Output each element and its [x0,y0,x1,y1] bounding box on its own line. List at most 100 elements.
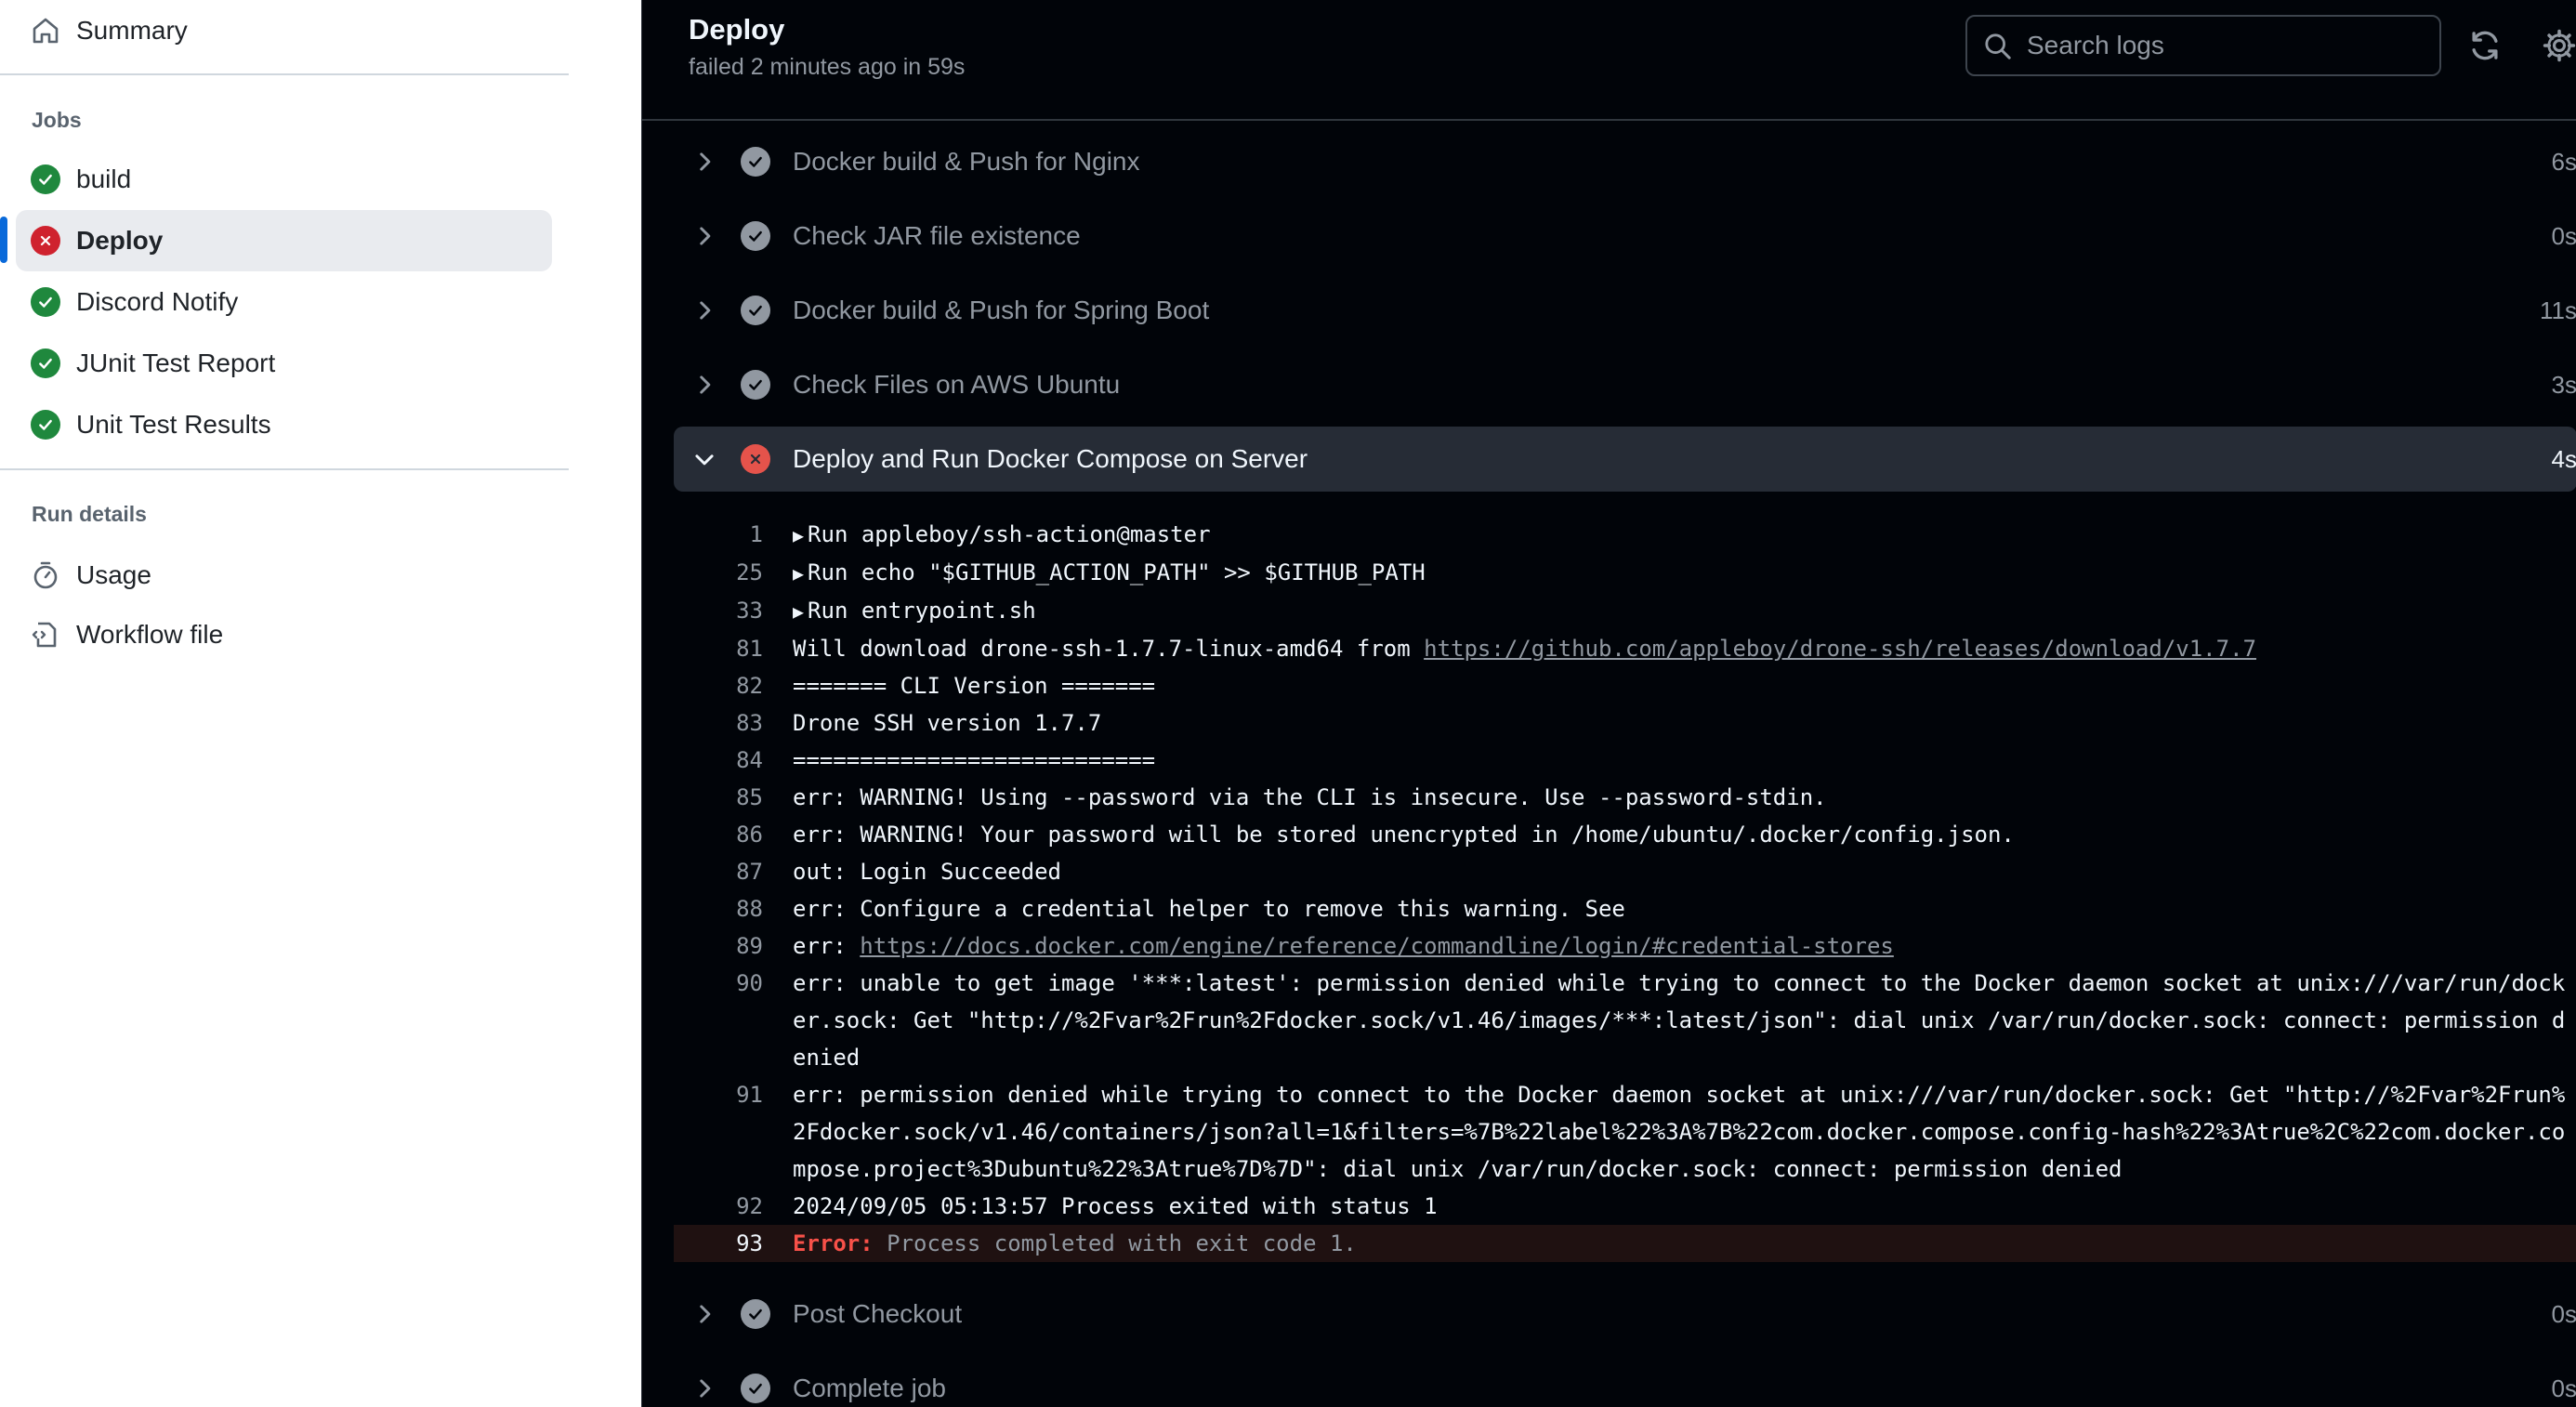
step-label: Check JAR file existence [793,221,1081,250]
caret-right-icon: ▶ [793,562,805,585]
chevron-down-icon [692,447,716,471]
step-duration: 11s [2540,296,2576,324]
line-number[interactable]: 83 [674,704,763,742]
jobs-heading: Jobs [32,108,82,132]
line-number[interactable]: 89 [674,927,763,965]
caret-right-icon: ▶ [793,600,805,623]
job-header: Deploy failed 2 minutes ago in 59s [642,0,2576,121]
line-number[interactable]: 90 [674,965,763,1002]
search-logs[interactable] [1965,15,2441,76]
line-number[interactable]: 33 [674,592,763,629]
log-text: Run appleboy/ssh-action@master [808,521,1211,547]
check-circle-icon [741,221,770,251]
log-link[interactable]: https://github.com/appleboy/drone-ssh/re… [1424,636,2256,662]
step-row[interactable]: Check Files on AWS Ubuntu 3s [674,352,2576,417]
check-circle-icon [31,410,60,440]
log-line: 84 =========================== [674,742,2576,779]
line-number[interactable]: 86 [674,816,763,853]
sidebar-item-deploy[interactable]: Deploy [16,210,552,271]
log-text: Run echo "$GITHUB_ACTION_PATH" >> $GITHU… [808,559,1426,585]
line-number[interactable]: 85 [674,779,763,816]
sidebar-item-label: Deploy [76,226,164,255]
step-row[interactable]: Complete job 0s [674,1356,2576,1407]
sidebar-item-junit-test-report[interactable]: JUnit Test Report [0,333,552,394]
step-label: Deploy and Run Docker Compose on Server [793,444,1308,473]
sidebar-item-label: Unit Test Results [76,410,271,439]
line-number[interactable]: 88 [674,890,763,927]
divider [0,73,569,75]
sync-icon [2472,31,2498,60]
file-code-icon [31,620,60,650]
settings-button[interactable] [2542,28,2576,63]
line-number[interactable]: 81 [674,630,763,667]
stopwatch-icon [31,560,60,590]
line-number[interactable]: 84 [674,742,763,779]
line-number[interactable]: 91 [674,1076,763,1113]
line-number[interactable]: 82 [674,667,763,704]
run-details-heading: Run details [32,502,147,526]
sidebar-item-workflow-file[interactable]: Workflow file [0,604,569,665]
log-text: err: WARNING! Using --password via the C… [793,784,1827,810]
log-text: ======= CLI Version ======= [793,673,1156,699]
step-label: Docker build & Push for Spring Boot [793,296,1210,324]
sidebar-item-discord-notify[interactable]: Discord Notify [0,271,552,333]
sidebar-item-unit-test-results[interactable]: Unit Test Results [0,394,552,455]
job-status-text: failed 2 minutes ago in 59s [689,54,966,80]
step-row-expanded[interactable]: Deploy and Run Docker Compose on Server … [674,427,2576,492]
chevron-right-icon [692,224,716,248]
line-number[interactable]: 87 [674,853,763,890]
step-duration: 0s [2551,1374,2576,1402]
step-duration: 3s [2551,371,2576,399]
log-line[interactable]: 25 ▶ Run echo "$GITHUB_ACTION_PATH" >> $GI… [674,554,2576,592]
sidebar-item-label: JUnit Test Report [76,348,276,377]
log-text: Will download drone-ssh-1.7.7-linux-amd6… [793,636,1425,662]
log-line[interactable]: 33 ▶ Run entrypoint.sh [674,592,2576,630]
step-row[interactable]: Docker build & Push for Spring Boot 11s [674,278,2576,343]
gear-icon [2543,29,2576,62]
search-input[interactable] [2027,17,2426,74]
sidebar-item-summary[interactable]: Summary [0,0,569,61]
search-icon [1984,33,2012,60]
log-line: 92 2024/09/05 05:13:57 Process exited wit… [674,1188,2576,1225]
divider [0,468,569,470]
check-circle-icon [741,1374,770,1403]
log-line: 85 err: WARNING! Using --password via the… [674,779,2576,816]
line-number[interactable]: 1 [674,516,763,553]
log-line[interactable]: 1 ▶ Run appleboy/ssh-action@master [674,516,2576,554]
chevron-right-icon [692,1302,716,1326]
sidebar: Summary Jobs build Deploy Discord Notify… [0,0,641,1407]
home-icon [31,16,60,46]
chevron-right-icon [692,373,716,397]
step-row[interactable]: Docker build & Push for Nginx 6s [674,129,2576,194]
log-text: err: WARNING! Your password will be stor… [793,822,2015,848]
chevron-right-icon [692,150,716,174]
step-duration: 0s [2551,1300,2576,1328]
log-link[interactable]: https://docs.docker.com/engine/reference… [860,933,1894,959]
log-line: 89 err: https://docs.docker.com/engine/re… [674,927,2576,965]
check-circle-icon [31,348,60,378]
step-row[interactable]: Post Checkout 0s [674,1282,2576,1347]
error-message: Process completed with exit code 1. [873,1230,1357,1256]
refresh-button[interactable] [2467,28,2503,63]
page-title: Deploy [689,13,785,46]
log-text: err: Configure a credential helper to re… [793,896,1625,922]
log-text: 2024/09/05 05:13:57 Process exited with … [793,1193,1438,1219]
sidebar-item-build[interactable]: build [0,149,552,210]
step-duration: 0s [2551,222,2576,250]
line-number[interactable]: 92 [674,1188,763,1225]
log-output: 1 ▶ Run appleboy/ssh-action@master 25 ▶ Run … [674,516,2576,1262]
log-text: err: permission denied while trying to c… [793,1082,2566,1182]
log-line: 83 Drone SSH version 1.7.7 [674,704,2576,742]
step-label: Docker build & Push for Nginx [793,147,1140,176]
log-line-error: 93 Error: Process completed with exit cod… [674,1225,2576,1262]
sidebar-item-label: Discord Notify [76,287,239,316]
job-log-panel: Deploy failed 2 minutes ago in 59s Docke… [641,0,2576,1407]
check-circle-icon [741,147,770,177]
step-row[interactable]: Check JAR file existence 0s [674,204,2576,269]
line-number[interactable]: 93 [674,1225,763,1262]
log-line: 81 Will download drone-ssh-1.7.7-linux-am… [674,630,2576,667]
log-line: 88 err: Configure a credential helper to … [674,890,2576,927]
line-number[interactable]: 25 [674,554,763,591]
sidebar-item-usage[interactable]: Usage [0,545,569,606]
chevron-right-icon [692,298,716,322]
